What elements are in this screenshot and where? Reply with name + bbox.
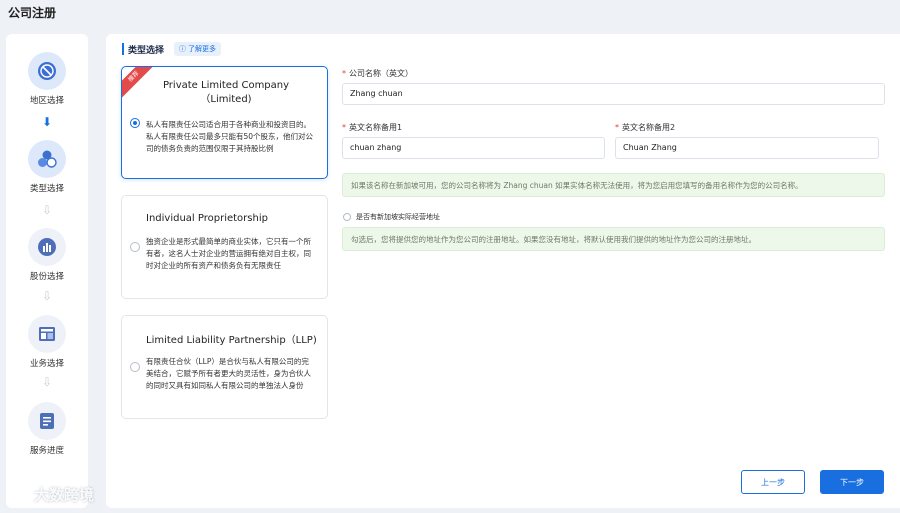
name-notice: 如果该名称在新加坡可用，您的公司名称将为 Zhang chuan 如果实体名称无…	[342, 173, 885, 197]
globe-icon	[28, 52, 66, 90]
type-description: 独资企业是形式最简单的商业实体，它只有一个所有者，这名人士对企业的营运拥有绝对自…	[146, 237, 311, 270]
step-shares[interactable]: 股份选择	[6, 228, 88, 282]
type-title: Individual Proprietorship	[146, 213, 268, 224]
step-progress[interactable]: 服务进度	[6, 402, 88, 456]
alt-name1-input[interactable]: chuan zhang	[342, 137, 605, 159]
type-description: 私人有限责任公司适合用于各种商业和投资目的。私人有限责任公司最多只能有50个股东…	[146, 120, 314, 153]
type-card-llp[interactable]: Limited Liability Partnership（LLP) 有限责任合…	[121, 315, 328, 419]
type-title: Limited Liability Partnership（LLP)	[146, 335, 317, 346]
document-icon	[28, 402, 66, 440]
page-title: 公司注册	[8, 6, 57, 20]
watermark-text: 大数跨境	[34, 486, 95, 504]
address-checkbox-row[interactable]: 是否有新加坡实际经营地址	[343, 212, 440, 222]
step-label: 业务选择	[29, 359, 64, 369]
bar-chart-icon	[28, 228, 66, 266]
step-label: 类型选择	[29, 184, 64, 194]
step-label: 股份选择	[29, 272, 64, 282]
type-title: Private Limited Company （Limited)	[162, 80, 290, 105]
alt-name2-label: * 英文名称备用2	[615, 123, 676, 132]
learn-more-label: 了解更多	[188, 45, 217, 53]
next-button[interactable]: 下一步	[820, 470, 884, 494]
address-notice: 勾选后，您将提供您的地址作为您公司的注册地址。如果您没有地址，将默认使用我们提供…	[342, 227, 885, 251]
alt-name1-label: * 英文名称备用1	[342, 123, 403, 132]
step-business[interactable]: 业务选择	[6, 315, 88, 369]
arrow-down-icon: ⇩	[41, 289, 53, 303]
step-type[interactable]: 类型选择	[6, 140, 88, 194]
step-region[interactable]: 地区选择	[6, 52, 88, 106]
help-circle-icon: ⓘ	[179, 45, 187, 53]
layout-icon	[28, 315, 66, 353]
type-card-individual[interactable]: Individual Proprietorship 独资企业是形式最简单的商业实…	[121, 195, 328, 299]
step-label: 地区选择	[29, 96, 64, 106]
type-radio[interactable]	[130, 362, 140, 372]
main-panel: 类型选择 ⓘ 了解更多 推荐 Private Limited Company （…	[106, 34, 900, 508]
type-description: 有限责任合伙（LLP）是合伙与私人有限公司的完美结合，它赋予所有者更大的灵活性，…	[146, 357, 311, 390]
arrow-down-icon: ⇩	[41, 203, 53, 217]
company-name-input[interactable]: Zhang chuan	[342, 83, 885, 105]
type-radio[interactable]	[130, 118, 140, 128]
learn-more-link[interactable]: ⓘ 了解更多	[174, 42, 222, 56]
watermark: 大数跨境	[8, 484, 94, 505]
arrow-down-icon: ⬇	[41, 115, 53, 129]
prev-button[interactable]: 上一步	[741, 470, 805, 494]
section-title: 类型选择	[128, 45, 165, 56]
arrow-down-icon: ⇩	[41, 375, 53, 389]
address-checkbox-label: 是否有新加坡实际经营地址	[356, 213, 440, 221]
watermark-logo-icon	[9, 489, 28, 500]
address-checkbox[interactable]	[343, 213, 351, 221]
step-label: 服务进度	[29, 446, 64, 456]
type-card-private-limited[interactable]: 推荐 Private Limited Company （Limited) 私人有…	[121, 66, 328, 179]
type-radio[interactable]	[130, 242, 140, 252]
section-accent-bar	[122, 43, 124, 55]
steps-sidebar: 地区选择 ⬇ 类型选择 ⇩ 股份选择 ⇩ 业务选择 ⇩ 服务进度	[6, 34, 88, 508]
section-header: 类型选择 ⓘ 了解更多	[122, 42, 222, 56]
alt-name2-input[interactable]: Chuan Zhang	[615, 137, 879, 159]
cluster-icon	[28, 140, 66, 178]
company-name-label: * 公司名称（英文）	[342, 69, 413, 78]
